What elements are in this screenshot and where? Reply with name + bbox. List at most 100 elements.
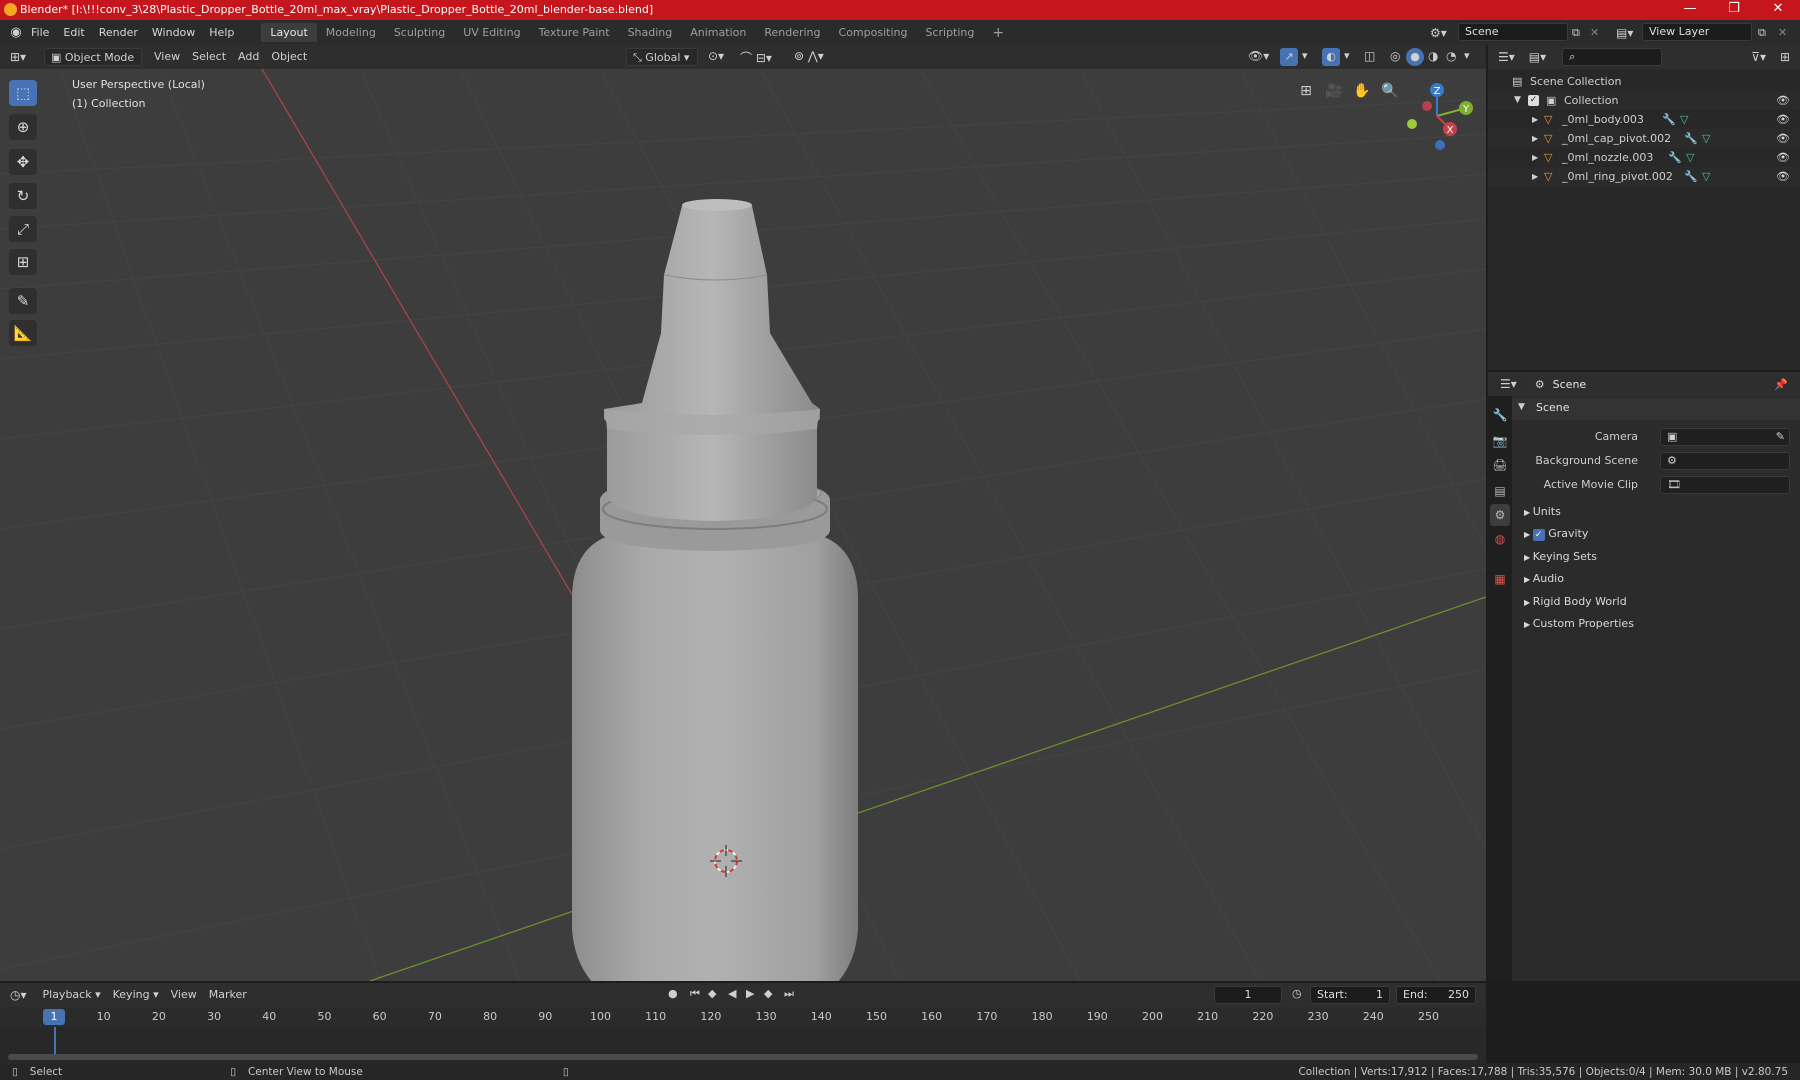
pin-icon[interactable]: 📌 bbox=[1774, 378, 1788, 391]
close-button[interactable]: ✕ bbox=[1758, 0, 1798, 20]
select-box-tool-icon[interactable]: ⬚ bbox=[9, 80, 37, 106]
tab-shading[interactable]: Shading bbox=[619, 23, 682, 42]
visibility-icon[interactable]: 👁▾ bbox=[1248, 49, 1269, 63]
collection-visibility-icon[interactable]: 👁 bbox=[1776, 91, 1790, 110]
keying-menu[interactable]: Keying ▾ bbox=[107, 986, 165, 1004]
viewport-canvas[interactable]: Z Y X bbox=[0, 69, 1486, 981]
blender-menu-icon[interactable]: ◉ bbox=[8, 25, 24, 40]
playback-menu[interactable]: Playback ▾ bbox=[37, 986, 107, 1004]
menu-file[interactable]: File bbox=[24, 26, 56, 39]
menu-edit[interactable]: Edit bbox=[56, 26, 91, 39]
audio-panel[interactable]: ▶ Audio bbox=[1524, 569, 1564, 589]
current-frame-marker[interactable]: 1 bbox=[43, 1009, 65, 1025]
play-reverse-icon[interactable]: ◀ bbox=[728, 987, 736, 1000]
move-tool-icon[interactable]: ✥ bbox=[9, 149, 37, 175]
tab-scripting[interactable]: Scripting bbox=[916, 23, 983, 42]
tab-compositing[interactable]: Compositing bbox=[830, 23, 917, 42]
eyedropper-icon[interactable]: ✎ bbox=[1776, 430, 1785, 443]
gizmo-dropdown-icon[interactable]: ▾ bbox=[1302, 49, 1308, 62]
preview-range-icon[interactable]: ◷ bbox=[1292, 987, 1302, 1000]
expand-arrow-icon[interactable]: ▶ bbox=[1532, 167, 1538, 186]
expand-arrow-icon[interactable]: ▶ bbox=[1532, 110, 1538, 129]
add-workspace-button[interactable]: + bbox=[983, 22, 1013, 44]
editor-type-icon[interactable]: ⊞▾ bbox=[10, 50, 34, 64]
collection-checkbox[interactable]: ✓ bbox=[1528, 95, 1539, 106]
scene-selector-icon[interactable]: ⚙▾ bbox=[1430, 26, 1447, 40]
overlays-toggle-icon[interactable]: ◐ bbox=[1322, 48, 1340, 66]
camera-icon[interactable]: 🎥 bbox=[1322, 79, 1346, 103]
view-layer-field[interactable]: View Layer bbox=[1642, 23, 1752, 41]
tab-texture-paint[interactable]: Texture Paint bbox=[530, 23, 619, 42]
snap-icon[interactable]: ⌒ ⊟▾ bbox=[740, 49, 772, 66]
menu-help[interactable]: Help bbox=[202, 26, 241, 39]
menu-window[interactable]: Window bbox=[145, 26, 202, 39]
tool-tab-icon[interactable]: 🔧 bbox=[1490, 404, 1510, 426]
texture-tab-icon[interactable]: ▦ bbox=[1490, 568, 1510, 590]
cursor-tool-icon[interactable]: ⊕ bbox=[9, 114, 37, 140]
active-movie-clip-field[interactable]: 🎞 bbox=[1660, 476, 1790, 494]
new-scene-icon[interactable]: ⧉ bbox=[1572, 26, 1580, 40]
timeline-editor-type-icon[interactable]: ◷▾ bbox=[10, 988, 27, 1002]
outliner-object-row[interactable]: ▶ ▽ _0ml_body.003 🔧 ▽ 👁 bbox=[1488, 110, 1800, 129]
material-shading-icon[interactable]: ◑ bbox=[1428, 49, 1438, 63]
maximize-button[interactable]: ❐ bbox=[1714, 0, 1754, 20]
camera-field[interactable]: ▣ ✎ bbox=[1660, 428, 1790, 446]
mode-dropdown[interactable]: ▣ Object Mode ▾ bbox=[44, 48, 142, 82]
menu-render[interactable]: Render bbox=[92, 26, 145, 39]
units-panel[interactable]: ▶ Units bbox=[1524, 502, 1561, 522]
rotate-tool-icon[interactable]: ↻ bbox=[9, 183, 37, 209]
gizmo-neg-x-axis[interactable] bbox=[1422, 101, 1432, 111]
end-frame-field[interactable]: End: 250 bbox=[1396, 986, 1476, 1004]
add-menu[interactable]: Add bbox=[232, 48, 265, 66]
delete-view-layer-icon[interactable]: ✕ bbox=[1778, 26, 1787, 39]
timeline-view-menu[interactable]: View bbox=[165, 986, 203, 1004]
rigid-body-world-panel[interactable]: ▶ Rigid Body World bbox=[1524, 592, 1627, 612]
toggle-camera-view-icon[interactable]: ⊞ bbox=[1294, 79, 1318, 103]
background-scene-field[interactable]: ⚙ bbox=[1660, 452, 1790, 470]
next-keyframe-icon[interactable]: ◆ bbox=[764, 987, 772, 1000]
tab-modeling[interactable]: Modeling bbox=[317, 23, 385, 42]
world-tab-icon[interactable]: ◍ bbox=[1490, 528, 1510, 550]
rendered-shading-icon[interactable]: ◔ bbox=[1446, 49, 1456, 63]
view-layer-selector-icon[interactable]: ▤▾ bbox=[1616, 26, 1633, 40]
view-menu[interactable]: View bbox=[148, 48, 186, 66]
proportional-editing-icon[interactable]: ⊚ ⋀▾ bbox=[794, 49, 824, 63]
timeline-scrollbar[interactable] bbox=[8, 1054, 1478, 1060]
annotate-tool-icon[interactable]: ✎ bbox=[9, 288, 37, 314]
jump-end-icon[interactable]: ⏭ bbox=[784, 987, 794, 1001]
outliner-collection[interactable]: ▼ ✓ ▣ Collection 👁 bbox=[1488, 91, 1800, 110]
timeline-track-area[interactable] bbox=[0, 1027, 1486, 1063]
expand-arrow-icon[interactable]: ▶ bbox=[1532, 148, 1538, 167]
overlays-dropdown-icon[interactable]: ▾ bbox=[1344, 49, 1350, 62]
wireframe-shading-icon[interactable]: ◎ bbox=[1390, 49, 1400, 63]
outliner-object-row[interactable]: ▶ ▽ _0ml_nozzle.003 🔧 ▽ 👁 bbox=[1488, 148, 1800, 167]
minimize-button[interactable]: — bbox=[1670, 0, 1710, 20]
delete-scene-icon[interactable]: ✕ bbox=[1590, 26, 1599, 39]
tab-sculpting[interactable]: Sculpting bbox=[385, 23, 454, 42]
object-visibility-icon[interactable]: 👁 bbox=[1776, 167, 1790, 186]
new-view-layer-icon[interactable]: ⧉ bbox=[1758, 26, 1766, 40]
gizmo-neg-z-axis[interactable] bbox=[1435, 140, 1445, 150]
play-icon[interactable]: ▶ bbox=[746, 987, 754, 1000]
gizmo-neg-y-axis[interactable] bbox=[1407, 119, 1417, 129]
start-frame-field[interactable]: Start: 1 bbox=[1310, 986, 1390, 1004]
tab-uv-editing[interactable]: UV Editing bbox=[454, 23, 529, 42]
jump-start-icon[interactable]: ⏮ bbox=[690, 987, 700, 1001]
expand-arrow-icon[interactable]: ▶ bbox=[1532, 129, 1538, 148]
scale-tool-icon[interactable]: ⤢ bbox=[9, 216, 37, 242]
scene-tab-icon[interactable]: ⚙ bbox=[1490, 504, 1510, 526]
record-icon[interactable]: ● bbox=[668, 987, 678, 1000]
object-visibility-icon[interactable]: 👁 bbox=[1776, 110, 1790, 129]
pivot-point-icon[interactable]: ⊙▾ bbox=[708, 49, 724, 63]
prev-keyframe-icon[interactable]: ◆ bbox=[708, 987, 716, 1000]
scene-field[interactable]: Scene bbox=[1458, 23, 1568, 41]
timeline-ruler[interactable]: 1 10 20 30 40 50 60 70 80 90 100 110 120 130 140 150 160… bbox=[0, 1007, 1486, 1027]
collapse-arrow-icon[interactable]: ▼ bbox=[1514, 91, 1521, 110]
custom-properties-panel[interactable]: ▶ Custom Properties bbox=[1524, 614, 1634, 634]
tab-animation[interactable]: Animation bbox=[681, 23, 755, 42]
object-visibility-icon[interactable]: 👁 bbox=[1776, 148, 1790, 167]
transform-orientation-dropdown[interactable]: ⤡ Global ▾ bbox=[626, 48, 698, 66]
solid-shading-icon[interactable]: ● bbox=[1406, 48, 1424, 66]
current-frame-field[interactable]: 1 bbox=[1214, 986, 1282, 1004]
object-visibility-icon[interactable]: 👁 bbox=[1776, 129, 1790, 148]
